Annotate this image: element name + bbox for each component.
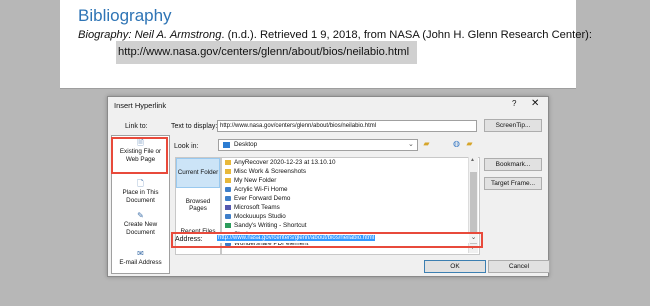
bibliography-heading: Bibliography [78,6,172,25]
ok-button[interactable]: OK [424,260,486,273]
text-to-display-input[interactable]: http://www.nasa.gov/centers/glenn/about/… [217,120,477,132]
desktop-folder-icon [223,142,230,148]
file-name: Acrylic Wi-Fi Home [234,186,288,193]
file-name: Microsoft Teams [234,204,280,211]
list-item[interactable]: Microsoft Teams [225,204,280,213]
dialog-title: Insert Hyperlink [114,101,167,110]
citation-url[interactable]: http://www.nasa.gov/centers/glenn/about/… [116,41,418,64]
email-icon: ✉ [137,249,144,258]
citation-text: Biography: Neil A. Armstrong. (n.d.). Re… [78,29,592,41]
browse-web-icon[interactable]: ◍ [451,139,462,149]
link-to-place-line2: Document [126,196,155,204]
look-in-label: Look in: [174,143,199,150]
list-item[interactable]: Misc Work & Screenshots [225,168,306,177]
nav-current-folder[interactable]: Current Folder [176,158,220,188]
folder-icon [225,159,231,165]
link-to-email-address[interactable]: ✉ E-mail Address [112,249,169,267]
link-to-email-line1: E-mail Address [119,259,162,266]
list-item[interactable]: Ever Forward Demo [225,195,290,204]
link-to-panel: 🗎 Existing File or Web Page 🗋 Place in T… [111,135,170,274]
file-name: AnyRecover 2020-12-23 at 13.10.10 [234,159,336,166]
link-to-create-line1: Create New [123,221,158,228]
list-item[interactable]: Mockuuups Studio [225,213,286,222]
selection-highlight-box [111,137,168,174]
text-to-display-label: Text to display: [171,123,218,130]
link-to-label: Link to: [125,123,148,130]
edge-shortcut-icon [225,222,231,228]
teams-icon [225,204,231,210]
look-in-value: Desktop [234,141,258,148]
cancel-button[interactable]: Cancel [488,260,550,273]
look-in-select[interactable]: Desktop ⌄ [218,139,418,151]
close-icon[interactable]: ✕ [531,98,539,109]
link-to-place-line1: Place in This [122,189,159,196]
folder-icon [225,168,231,174]
scroll-up-icon[interactable]: ▲ [470,157,475,163]
browse-file-icon[interactable]: ▰ [464,139,475,149]
file-name: Mockuuups Studio [234,213,286,220]
link-to-create-new-document[interactable]: ✎ Create New Document [112,211,169,236]
list-item[interactable]: My New Folder [225,177,276,186]
file-name: My New Folder [234,177,277,184]
bookmark-button[interactable]: Bookmark... [484,158,542,171]
new-document-icon: ✎ [137,211,144,220]
app-shortcut-icon [225,195,231,201]
folder-icon [225,177,231,183]
chevron-down-icon: ⌄ [408,141,414,148]
insert-hyperlink-dialog: Insert Hyperlink ? ✕ Link to: 🗎 Existing… [107,96,550,277]
nav-browsed-pages[interactable]: Browsed Pages [176,198,220,212]
target-frame-button[interactable]: Target Frame... [484,177,542,190]
address-highlight-box [171,232,483,248]
list-item[interactable]: Acrylic Wi-Fi Home [225,186,288,195]
screentip-button[interactable]: ScreenTip... [484,119,542,132]
app-shortcut-icon [225,213,231,219]
document-icon: 🗋 [137,179,144,188]
link-to-create-line2: Document [126,228,155,236]
list-item[interactable]: AnyRecover 2020-12-23 at 13.10.10 [225,159,336,168]
link-to-place-in-document[interactable]: 🗋 Place in This Document [112,179,169,204]
document-page: Bibliography Biography: Neil A. Armstron… [60,0,592,89]
file-name: Ever Forward Demo [234,195,291,202]
list-item[interactable]: Sandy's Writing - Shortcut [225,222,306,231]
help-button[interactable]: ? [512,99,516,108]
file-name: Misc Work & Screenshots [234,168,306,175]
app-shortcut-icon [225,186,231,192]
citation-rest: . (n.d.). Retrieved 1 9, 2018, from NASA… [221,29,593,41]
citation-title: Biography: Neil A. Armstrong [78,29,222,41]
up-folder-icon[interactable]: ▰ [421,139,432,149]
file-name: Sandy's Writing - Shortcut [234,222,307,229]
